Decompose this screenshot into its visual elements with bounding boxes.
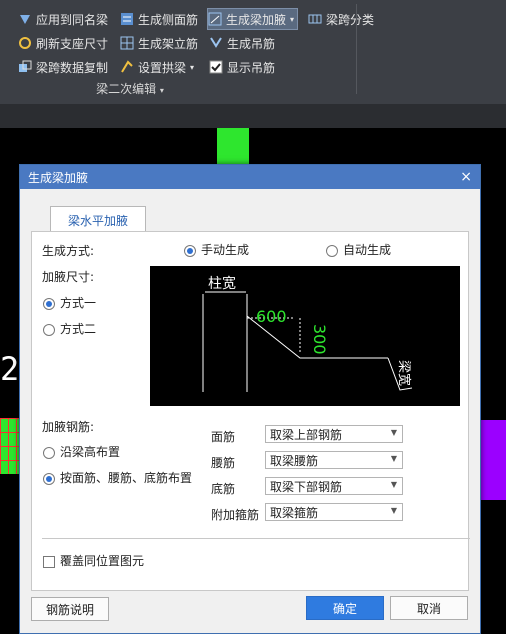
- side-bar-icon: [120, 12, 134, 26]
- ribbon-toolbar: 应用到同名梁 刷新支座尺寸 梁跨数据复制 生成侧面筋 生成架立筋 设置拱梁 ▾ …: [0, 0, 506, 104]
- chevron-down-icon: ▼: [390, 428, 397, 437]
- divider: [42, 538, 470, 539]
- rebar-option1-radio[interactable]: 沿梁高布置: [43, 443, 120, 460]
- stirrup-select[interactable]: 取梁箍筋 ▼: [265, 503, 403, 521]
- top-bar-label: 面筋: [211, 430, 236, 444]
- rebar-option2-radio[interactable]: 按面筋、腰筋、底筋布置: [43, 469, 192, 486]
- generate-beam-haunch-button[interactable]: 生成梁加腋 ▾: [207, 8, 299, 30]
- arch-icon: [120, 60, 134, 74]
- rebar-help-button[interactable]: 钢筋说明: [31, 597, 109, 621]
- ribbon-label: 梁跨分类: [326, 12, 375, 27]
- ribbon-label: 刷新支座尺寸: [36, 36, 109, 51]
- ribbon-group-label[interactable]: 梁二次编辑 ▾: [0, 80, 260, 97]
- dim-600-label: 600: [256, 307, 287, 326]
- dim-300-label: 300: [310, 324, 329, 355]
- generate-hanger-bar-button[interactable]: 生成吊筋: [209, 33, 275, 53]
- stand-bar-icon: [120, 36, 134, 50]
- chevron-down-icon: ▾: [190, 62, 195, 72]
- dialog-title: 生成梁加腋: [28, 170, 89, 185]
- classify-icon: [308, 12, 322, 26]
- cancel-button[interactable]: 取消: [390, 596, 468, 620]
- dialog-titlebar[interactable]: 生成梁加腋: [20, 165, 480, 189]
- radio-icon: [326, 244, 338, 257]
- set-arch-beam-button[interactable]: 设置拱梁 ▾: [120, 57, 194, 77]
- ok-button[interactable]: 确定: [306, 596, 384, 620]
- col-width-label: 柱宽: [208, 275, 236, 292]
- span-data-copy-button[interactable]: 梁跨数据复制: [18, 57, 108, 77]
- tab-panel: 生成方式: 手动生成 自动生成 加腋尺寸: 方式一 方式二 柱宽 600 300…: [31, 231, 470, 591]
- hanger-icon: [209, 36, 223, 50]
- canvas-beam-element: [478, 420, 506, 500]
- size-option2-radio[interactable]: 方式二: [43, 320, 96, 337]
- ribbon-label: 应用到同名梁: [36, 12, 109, 27]
- size-option1-radio[interactable]: 方式一: [43, 294, 96, 311]
- beam-haunch-dialog: 生成梁加腋 × 梁水平加腋 生成方式: 手动生成 自动生成 加腋尺寸: 方式一 …: [19, 164, 481, 634]
- generate-stand-bar-button[interactable]: 生成架立筋: [120, 33, 198, 53]
- checkbox-icon: [43, 555, 55, 568]
- ribbon-label: 生成吊筋: [227, 36, 276, 51]
- chevron-down-icon: ▼: [390, 480, 397, 489]
- mode-manual-radio[interactable]: 手动生成: [184, 241, 249, 258]
- chevron-down-icon: ▾: [290, 14, 295, 24]
- bottom-bar-select[interactable]: 取梁下部钢筋 ▼: [265, 477, 403, 495]
- canvas-column-element: [217, 128, 249, 164]
- apply-icon: [18, 12, 32, 26]
- radio-icon: [43, 446, 55, 459]
- radio-selected-icon: [184, 244, 196, 257]
- overwrite-checkbox[interactable]: 覆盖同位置图元: [43, 552, 144, 569]
- checkbox-icon: [209, 60, 223, 74]
- show-hanger-bar-checkbox[interactable]: 显示吊筋: [209, 57, 275, 77]
- ribbon-label: 生成架立筋: [138, 36, 199, 51]
- rebar-label: 加腋钢筋:: [42, 420, 95, 434]
- copy-icon: [18, 60, 32, 74]
- chevron-down-icon: ▾: [159, 86, 164, 95]
- ribbon-label: 设置拱梁: [138, 60, 187, 75]
- size-label: 加腋尺寸:: [42, 270, 95, 284]
- chevron-down-icon: ▼: [390, 454, 397, 463]
- haunch-diagram: 柱宽 600 300 梁宽: [150, 266, 460, 406]
- ribbon-divider: [356, 4, 357, 94]
- generate-side-bar-button[interactable]: 生成侧面筋: [120, 9, 198, 29]
- chevron-down-icon: ▼: [390, 506, 397, 515]
- radio-selected-icon: [43, 472, 55, 485]
- ribbon-label: 生成梁加腋: [226, 12, 287, 27]
- close-icon[interactable]: ×: [460, 169, 472, 185]
- ribbon-label: 显示吊筋: [227, 60, 276, 75]
- radio-icon: [43, 323, 55, 336]
- top-bar-select[interactable]: 取梁上部钢筋 ▼: [265, 425, 403, 443]
- tab-horizontal-haunch[interactable]: 梁水平加腋: [50, 206, 146, 233]
- waist-bar-label: 腰筋: [211, 456, 236, 470]
- apply-same-name-beam-button[interactable]: 应用到同名梁: [18, 9, 108, 29]
- radio-selected-icon: [43, 297, 55, 310]
- refresh-icon: [18, 36, 32, 50]
- toolbar-strip: [0, 104, 506, 128]
- beam-width-label: 梁宽: [396, 360, 412, 386]
- ribbon-label: 梁跨数据复制: [36, 60, 109, 75]
- haunch-icon: [208, 12, 222, 26]
- waist-bar-select[interactable]: 取梁腰筋 ▼: [265, 451, 403, 469]
- span-classify-button[interactable]: 梁跨分类: [308, 9, 374, 29]
- mode-auto-radio[interactable]: 自动生成: [326, 241, 391, 258]
- refresh-support-size-button[interactable]: 刷新支座尺寸: [18, 33, 108, 53]
- haunch-diagram-svg: 柱宽 600 300 梁宽: [202, 275, 413, 392]
- mode-label: 生成方式:: [42, 244, 95, 258]
- stirrup-label: 附加箍筋: [211, 508, 260, 522]
- bottom-bar-label: 底筋: [211, 482, 236, 496]
- ribbon-label: 生成侧面筋: [138, 12, 199, 27]
